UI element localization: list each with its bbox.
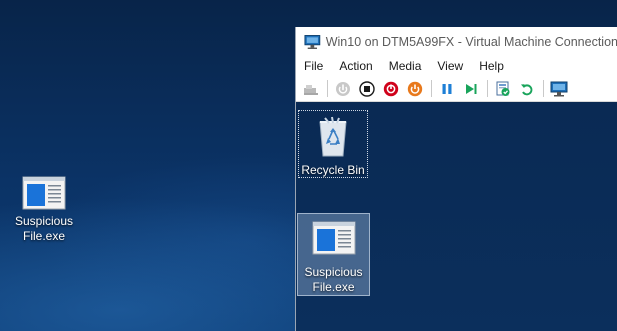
checkpoint-icon	[496, 81, 510, 96]
reset-icon	[466, 83, 477, 94]
ctrl-alt-del-button[interactable]	[302, 80, 320, 98]
recycle-bin-icon	[319, 116, 347, 157]
reset-button[interactable]	[462, 80, 480, 98]
guest-exe-label: Suspicious File.exe	[298, 265, 369, 295]
start-icon	[336, 81, 350, 96]
turn-off-icon	[359, 80, 375, 97]
revert-button[interactable]	[518, 80, 536, 98]
menu-file[interactable]: File	[296, 59, 331, 73]
menu-action[interactable]: Action	[331, 59, 380, 73]
toolbar-separator	[543, 80, 544, 97]
pause-button[interactable]	[438, 80, 456, 98]
save-button[interactable]	[406, 80, 424, 98]
vm-title-bar[interactable]: Win10 on DTM5A99FX - Virtual Machine Con…	[296, 27, 617, 56]
start-button[interactable]	[334, 80, 352, 98]
shut-down-icon	[383, 81, 399, 96]
menu-help[interactable]: Help	[471, 59, 512, 73]
guest-exe-label-line1: Suspicious	[304, 265, 363, 279]
exe-file-icon	[22, 176, 66, 210]
shut-down-button[interactable]	[382, 80, 400, 98]
menu-media[interactable]: Media	[381, 59, 430, 73]
guest-desktop: Recycle Bin Suspicious File.exe	[296, 103, 617, 331]
guest-desktop-icon-recycle-bin[interactable]: Recycle Bin	[298, 110, 368, 178]
exe-file-icon	[312, 221, 355, 255]
enhanced-session-button[interactable]	[550, 80, 568, 98]
vm-window-title: Win10 on DTM5A99FX - Virtual Machine Con…	[325, 34, 617, 49]
toolbar-separator	[487, 80, 488, 97]
recycle-bin-label: Recycle Bin	[301, 163, 365, 177]
toolbar-separator	[431, 80, 432, 97]
ctrl-alt-del-icon	[304, 84, 318, 95]
vm-connection-app-icon	[304, 34, 321, 49]
pause-icon	[442, 83, 452, 94]
menu-view[interactable]: View	[429, 59, 471, 73]
turn-off-button[interactable]	[358, 80, 376, 98]
host-desktop-icon-suspicious-file[interactable]: Suspicious File.exe	[9, 176, 79, 244]
checkpoint-button[interactable]	[494, 80, 512, 98]
vm-menu-bar: File Action Media View Help	[296, 56, 617, 76]
vm-toolbar	[296, 76, 617, 102]
vm-connection-window[interactable]: Win10 on DTM5A99FX - Virtual Machine Con…	[295, 27, 617, 331]
host-icon-label-line2: File.exe	[22, 229, 66, 243]
toolbar-separator	[327, 80, 328, 97]
host-icon-label-line1: Suspicious	[14, 214, 74, 228]
save-icon	[407, 81, 423, 96]
revert-icon	[521, 83, 533, 95]
enhanced-session-icon	[550, 81, 568, 96]
guest-desktop-icon-suspicious-file[interactable]: Suspicious File.exe	[297, 213, 370, 296]
guest-exe-label-line2: File.exe	[312, 280, 355, 294]
